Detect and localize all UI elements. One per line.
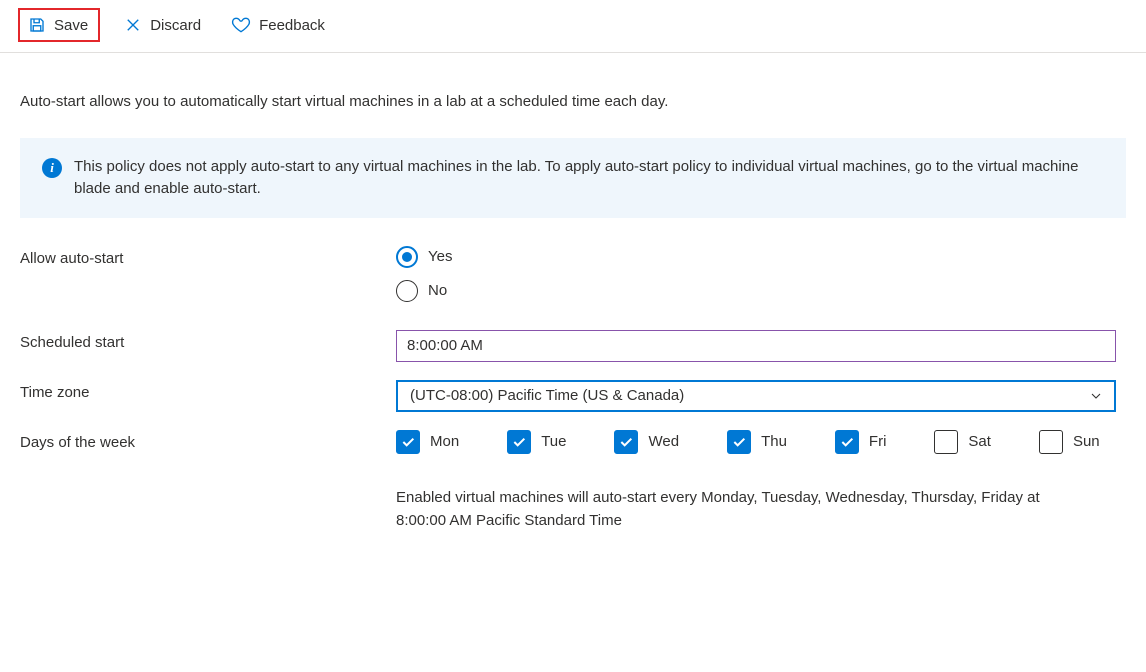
- summary-text: Enabled virtual machines will auto-start…: [20, 486, 1070, 533]
- toolbar: Save Discard Feedback: [0, 0, 1146, 53]
- scheduled-start-input[interactable]: [396, 330, 1116, 362]
- checkbox-icon: [835, 430, 859, 454]
- allow-no-radio[interactable]: No: [396, 280, 1126, 302]
- day-label: Wed: [648, 433, 679, 450]
- info-text: This policy does not apply auto-start to…: [74, 156, 1104, 200]
- save-label: Save: [54, 17, 88, 34]
- info-icon: i: [42, 158, 62, 178]
- day-label: Sat: [968, 433, 991, 450]
- content: Auto-start allows you to automatically s…: [0, 53, 1146, 552]
- day-checkbox-tue[interactable]: Tue: [507, 430, 566, 454]
- day-checkbox-sat[interactable]: Sat: [934, 430, 991, 454]
- feedback-button[interactable]: Feedback: [225, 11, 331, 39]
- checkbox-icon: [727, 430, 751, 454]
- radio-icon: [396, 280, 418, 302]
- day-label: Mon: [430, 433, 459, 450]
- day-checkbox-sun[interactable]: Sun: [1039, 430, 1100, 454]
- discard-button[interactable]: Discard: [118, 12, 207, 38]
- allow-autostart-label: Allow auto-start: [20, 246, 396, 267]
- heart-icon: [231, 15, 251, 35]
- timezone-label: Time zone: [20, 380, 396, 401]
- day-checkbox-mon[interactable]: Mon: [396, 430, 459, 454]
- day-checkbox-wed[interactable]: Wed: [614, 430, 679, 454]
- radio-icon: [396, 246, 418, 268]
- day-label: Tue: [541, 433, 566, 450]
- day-checkbox-thu[interactable]: Thu: [727, 430, 787, 454]
- scheduled-start-row: Scheduled start: [20, 330, 1126, 362]
- info-box: i This policy does not apply auto-start …: [20, 138, 1126, 218]
- checkbox-icon: [1039, 430, 1063, 454]
- save-icon: [28, 16, 46, 34]
- close-icon: [124, 16, 142, 34]
- save-button[interactable]: Save: [18, 8, 100, 42]
- day-label: Thu: [761, 433, 787, 450]
- day-checkbox-fri[interactable]: Fri: [835, 430, 887, 454]
- days-container: Mon Tue Wed Thu Fri Sat Sun: [396, 430, 1126, 454]
- allow-autostart-radiogroup: Yes No: [396, 246, 1126, 302]
- checkbox-icon: [614, 430, 638, 454]
- allow-yes-radio[interactable]: Yes: [396, 246, 1126, 268]
- checkbox-icon: [934, 430, 958, 454]
- days-label: Days of the week: [20, 430, 396, 451]
- checkbox-icon: [396, 430, 420, 454]
- radio-label: No: [428, 282, 447, 299]
- checkbox-icon: [507, 430, 531, 454]
- scheduled-start-label: Scheduled start: [20, 330, 396, 351]
- chevron-down-icon: [1088, 388, 1104, 404]
- timezone-select[interactable]: (UTC-08:00) Pacific Time (US & Canada): [396, 380, 1116, 412]
- page-description: Auto-start allows you to automatically s…: [20, 73, 1126, 138]
- discard-label: Discard: [150, 17, 201, 34]
- timezone-row: Time zone (UTC-08:00) Pacific Time (US &…: [20, 380, 1126, 412]
- timezone-value: (UTC-08:00) Pacific Time (US & Canada): [410, 387, 684, 404]
- feedback-label: Feedback: [259, 17, 325, 34]
- day-label: Fri: [869, 433, 887, 450]
- radio-label: Yes: [428, 248, 452, 265]
- allow-autostart-row: Allow auto-start Yes No: [20, 246, 1126, 302]
- day-label: Sun: [1073, 433, 1100, 450]
- days-row: Days of the week Mon Tue Wed Thu Fri Sat Sun: [20, 430, 1126, 454]
